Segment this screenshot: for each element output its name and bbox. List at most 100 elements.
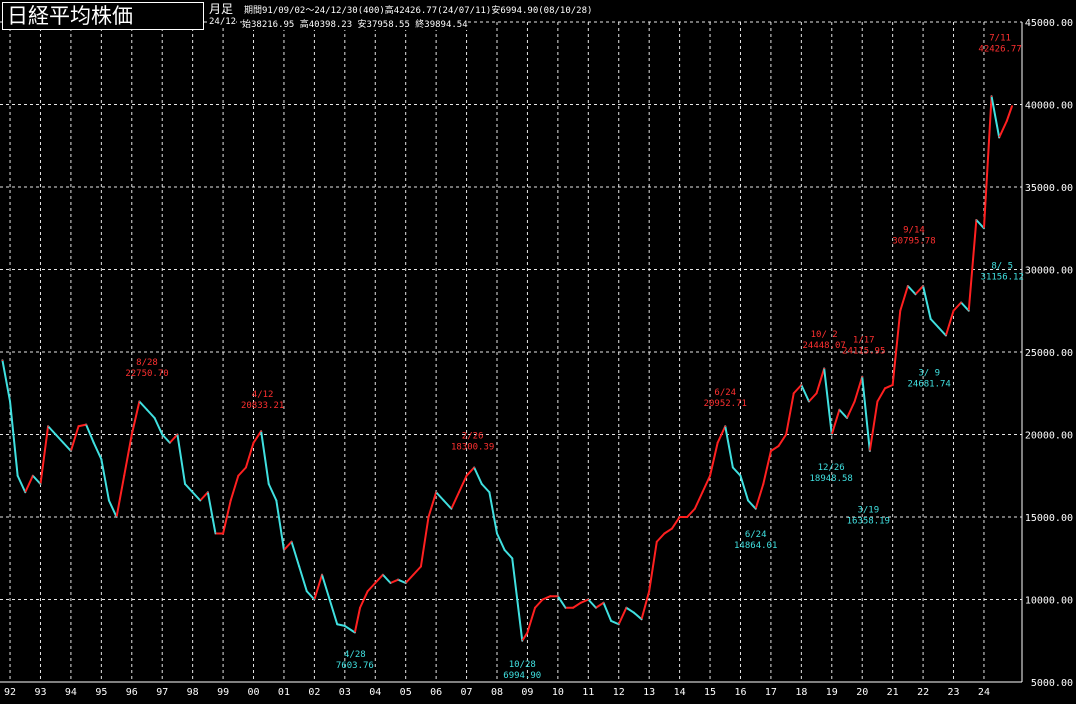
price-point — [732, 466, 734, 469]
price-segment — [556, 595, 567, 609]
price-point — [861, 375, 864, 378]
price-point — [983, 227, 985, 230]
price-segment — [54, 433, 65, 444]
price-segment — [465, 466, 476, 477]
x-tick-label: 08 — [491, 687, 503, 698]
price-point — [846, 417, 848, 419]
price-segment — [922, 285, 932, 320]
price-segment — [648, 540, 658, 593]
x-tick-label: 10 — [552, 687, 564, 698]
price-segment — [366, 582, 377, 593]
price-segment — [792, 384, 803, 395]
price-point — [404, 582, 407, 584]
price-segment — [1, 359, 12, 403]
price-point — [579, 602, 582, 604]
price-point — [952, 309, 955, 312]
y-tick-label: 5000.00 — [1031, 678, 1073, 689]
price-point — [146, 408, 148, 411]
price-segment — [838, 408, 848, 419]
price-point — [130, 433, 133, 436]
price-segment — [282, 540, 293, 551]
x-tick-label: 16 — [734, 687, 746, 698]
price-point — [602, 602, 605, 604]
price-segment — [998, 120, 1008, 139]
price-point — [465, 474, 468, 477]
price-segment — [381, 573, 392, 584]
price-point — [998, 136, 1000, 139]
price-segment — [450, 491, 460, 510]
x-tick-label: 94 — [65, 687, 77, 698]
annotation-date: 8/28 — [136, 358, 158, 368]
price-point — [526, 631, 529, 634]
price-point — [9, 400, 11, 403]
price-segment — [47, 425, 57, 436]
price-point — [480, 483, 483, 485]
price-segment — [336, 623, 346, 627]
price-segment — [521, 631, 529, 642]
x-tick-label: 19 — [826, 687, 838, 698]
price-segment — [671, 516, 681, 530]
price-segment — [610, 619, 620, 626]
price-point — [108, 499, 110, 502]
y-tick-label: 30000.00 — [1025, 266, 1073, 277]
price-segment — [168, 433, 179, 444]
price-segment — [237, 466, 247, 477]
price-point — [47, 425, 49, 428]
price-point — [450, 507, 453, 510]
price-point — [960, 301, 962, 304]
price-segment — [876, 387, 887, 403]
annotation-value: 31156.12 — [981, 272, 1024, 282]
price-segment — [473, 466, 483, 485]
price-segment — [16, 474, 27, 494]
price-segment — [457, 474, 468, 494]
x-tick-label: 00 — [247, 687, 259, 698]
annotation-value: 24115.95 — [842, 347, 885, 357]
price-point — [640, 618, 643, 621]
price-segment — [769, 445, 780, 452]
price-segment — [313, 573, 323, 601]
price-point — [184, 483, 186, 485]
price-point — [199, 499, 202, 502]
price-point — [1011, 105, 1013, 108]
price-segment — [899, 285, 909, 312]
price-point — [305, 590, 308, 593]
annotation-date: 4/28 — [344, 650, 366, 660]
price-segment — [153, 417, 164, 436]
price-segment — [62, 441, 72, 452]
price-segment — [861, 375, 871, 452]
x-tick-label: 96 — [126, 687, 138, 698]
price-point — [260, 430, 262, 433]
price-segment — [982, 95, 993, 230]
y-tick-label: 20000.00 — [1025, 431, 1073, 442]
price-segment — [100, 458, 110, 502]
price-segment — [587, 598, 597, 609]
price-segment — [747, 499, 757, 510]
annotation-value: 14864.01 — [734, 541, 777, 551]
annotation-value: 7603.76 — [336, 661, 374, 671]
annotation-value: 18948.58 — [809, 474, 852, 484]
x-tick-label: 98 — [187, 687, 199, 698]
price-point — [549, 595, 552, 597]
price-segment — [85, 423, 95, 444]
x-tick-label: 06 — [430, 687, 442, 698]
x-tick-label: 22 — [917, 687, 929, 698]
price-point — [587, 598, 590, 601]
price-segment — [830, 408, 841, 436]
price-segment — [389, 578, 400, 584]
price-segment — [868, 400, 879, 452]
price-segment — [975, 219, 985, 230]
price-point — [229, 499, 232, 502]
annotation-date: 8/ 5 — [991, 261, 1013, 271]
price-point — [389, 582, 392, 584]
price-segment — [343, 624, 356, 634]
price-segment — [884, 384, 894, 390]
price-segment — [328, 598, 339, 626]
annotation-date: 10/ 2 — [811, 330, 838, 340]
x-tick-label: 92 — [4, 687, 16, 698]
x-tick-label: 05 — [400, 687, 412, 698]
price-point — [62, 441, 65, 444]
price-point — [169, 441, 171, 444]
price-point — [922, 285, 924, 287]
price-point — [412, 573, 415, 576]
x-tick-label: 11 — [582, 687, 594, 698]
